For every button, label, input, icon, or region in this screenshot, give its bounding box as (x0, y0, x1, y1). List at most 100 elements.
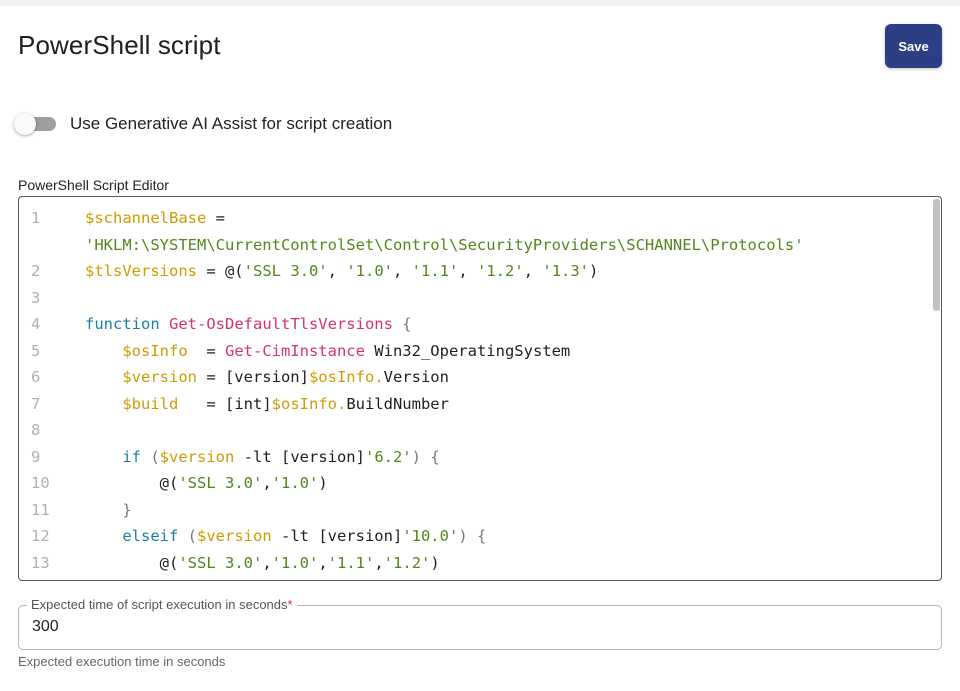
code-line: 13 @('SSL 3.0','1.0','1.1','1.2') (19, 550, 931, 577)
line-number (19, 232, 85, 259)
code-token: 'SSL 3.0' (243, 262, 328, 280)
code-token: = (187, 341, 225, 360)
code-line: 11 } (19, 497, 931, 524)
code-line: 'HKLM:\SYSTEM\CurrentControlSet\Control\… (19, 232, 931, 259)
code-lines: 1 $schannelBase = 'HKLM:\SYSTEM\CurrentCo… (19, 205, 931, 576)
code-token: } (85, 500, 132, 519)
code-token: = @( (196, 262, 244, 280)
code-token: $osInfo. (271, 394, 347, 413)
code-token: , (374, 553, 384, 572)
execution-time-field[interactable]: Expected time of script execution in sec… (18, 597, 942, 650)
code-token: BuildNumber (346, 394, 449, 413)
code-token: ( (141, 447, 160, 466)
page-title: PowerShell script (18, 30, 221, 60)
code-token: $tlsVersions (85, 262, 197, 280)
execution-time-input[interactable]: 300 (32, 618, 59, 636)
top-bar (0, 0, 960, 6)
code-token: { (392, 315, 412, 333)
code-token: -lt [version] (271, 527, 403, 545)
save-button[interactable]: Save (885, 24, 942, 68)
line-number: 6 (31, 368, 41, 386)
toggle-thumb (14, 113, 36, 135)
line-number: 9 (31, 447, 41, 466)
code-text: $osInfo = Get-CimInstance Win32_Operatin… (85, 338, 931, 365)
code-token: -lt [version] (234, 447, 365, 466)
code-token: '1.0' (271, 474, 319, 492)
code-text: } (85, 497, 931, 524)
line-number: 12 (31, 527, 50, 545)
code-token: $osInfo. (308, 368, 384, 386)
code-token: , (458, 262, 478, 280)
code-token: @( (85, 474, 179, 492)
code-token: , (262, 553, 272, 572)
code-token: '6.2' (364, 447, 412, 466)
code-token: Get-CimInstance (224, 341, 365, 360)
code-token: function (85, 315, 169, 333)
code-token: ) (430, 553, 440, 572)
code-text: $schannelBase = (85, 205, 931, 232)
code-text: @('SSL 3.0','1.0','1.1','1.2') (85, 550, 931, 577)
code-text: elseif ($version -lt [version]'10.0') { (85, 523, 931, 550)
code-token: , (523, 262, 543, 280)
code-token: '1.1' (327, 553, 375, 572)
execution-time-label: Expected time of script execution in sec… (27, 597, 297, 613)
code-token: = [version] (196, 368, 309, 386)
line-number: 11 (31, 500, 50, 519)
code-line: 10 @('SSL 3.0','1.0') (19, 470, 931, 497)
line-number: 5 (31, 341, 41, 360)
line-number: 8 (31, 421, 41, 439)
code-token: , (393, 262, 412, 280)
script-editor[interactable]: 1 $schannelBase = 'HKLM:\SYSTEM\CurrentCo… (18, 196, 942, 581)
code-line: 5 $osInfo = Get-CimInstance Win32_Operat… (19, 338, 931, 365)
code-token: 'SSL 3.0' (178, 553, 263, 572)
execution-time-helper: Expected execution time in seconds (18, 654, 226, 669)
code-token: ) { (411, 447, 440, 466)
code-token: '1.2' (383, 553, 431, 572)
editor-label: PowerShell Script Editor (18, 177, 169, 193)
line-number: 13 (31, 553, 50, 572)
ai-assist-toggle[interactable] (14, 111, 58, 137)
code-token: ) (318, 474, 328, 492)
code-line: 3 (19, 285, 931, 312)
code-text: $tlsVersions = @('SSL 3.0', '1.0', '1.1'… (85, 258, 931, 285)
code-token: ) { (458, 527, 487, 545)
code-token: @( (85, 553, 179, 572)
line-number: 2 (31, 262, 41, 280)
code-token: , (262, 474, 272, 492)
code-token: '1.0' (271, 553, 319, 572)
editor-scrollbar[interactable] (933, 199, 940, 311)
code-token: Version (383, 368, 449, 386)
code-text: @('SSL 3.0','1.0') (85, 470, 931, 497)
code-text: $version = [version]$osInfo.Version (85, 364, 931, 391)
code-token: '1.3' (542, 262, 590, 280)
code-token: = [int] (178, 394, 272, 413)
code-token: $version (159, 447, 235, 466)
code-token: , (318, 553, 328, 572)
code-token: Win32_OperatingSystem (364, 341, 571, 360)
line-number: 4 (31, 315, 41, 333)
code-token: $osInfo (122, 341, 188, 360)
code-token: if (122, 447, 141, 466)
code-text: function Get-OsDefaultTlsVersions { (85, 311, 931, 338)
code-line: 8 (19, 417, 931, 444)
code-line: 2 $tlsVersions = @('SSL 3.0', '1.0', '1.1… (19, 258, 931, 285)
line-number: 3 (31, 288, 41, 307)
code-token: ( (178, 527, 197, 545)
code-line: 6 $version = [version]$osInfo.Version (19, 364, 931, 391)
code-token: 'HKLM:\SYSTEM\CurrentControlSet\Control\… (85, 235, 804, 254)
code-line: 4 function Get-OsDefaultTlsVersions { (19, 311, 931, 338)
code-line: 7 $build = [int]$osInfo.BuildNumber (19, 391, 931, 418)
code-token: '1.2' (477, 262, 524, 280)
code-token: '1.1' (411, 262, 459, 280)
code-token: = (206, 209, 235, 227)
line-number: 1 (31, 209, 41, 227)
required-mark: * (287, 597, 293, 612)
code-line: 9 if ($version -lt [version]'6.2') { (19, 444, 931, 471)
